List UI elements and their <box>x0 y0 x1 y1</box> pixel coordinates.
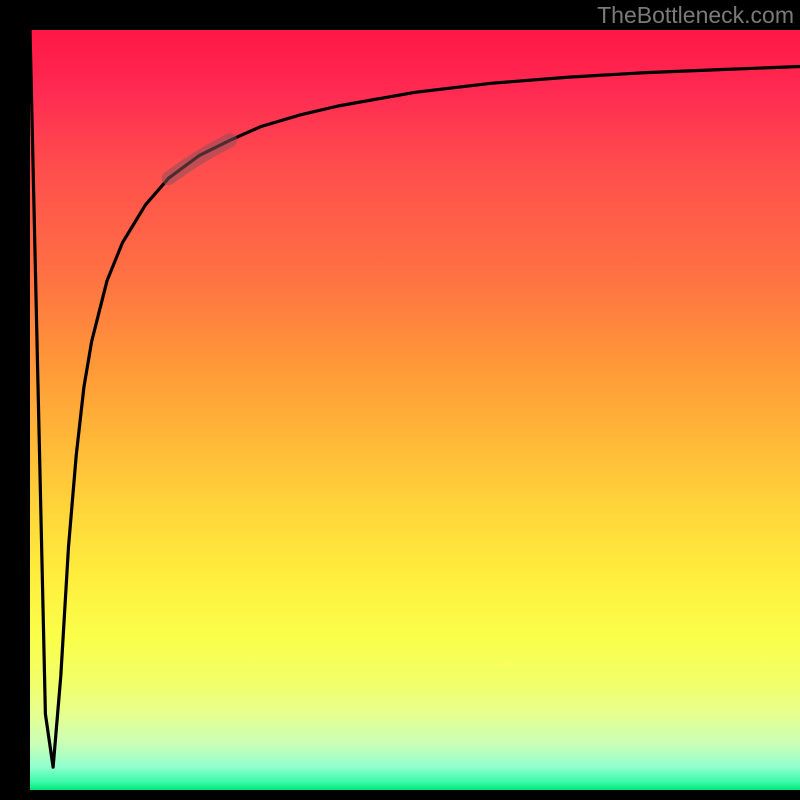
bottleneck-curve <box>30 30 800 767</box>
plot-area <box>30 30 800 790</box>
chart-frame: TheBottleneck.com <box>0 0 800 800</box>
curve-highlight <box>169 140 231 178</box>
curve-svg <box>30 30 800 790</box>
watermark-text: TheBottleneck.com <box>597 2 794 29</box>
